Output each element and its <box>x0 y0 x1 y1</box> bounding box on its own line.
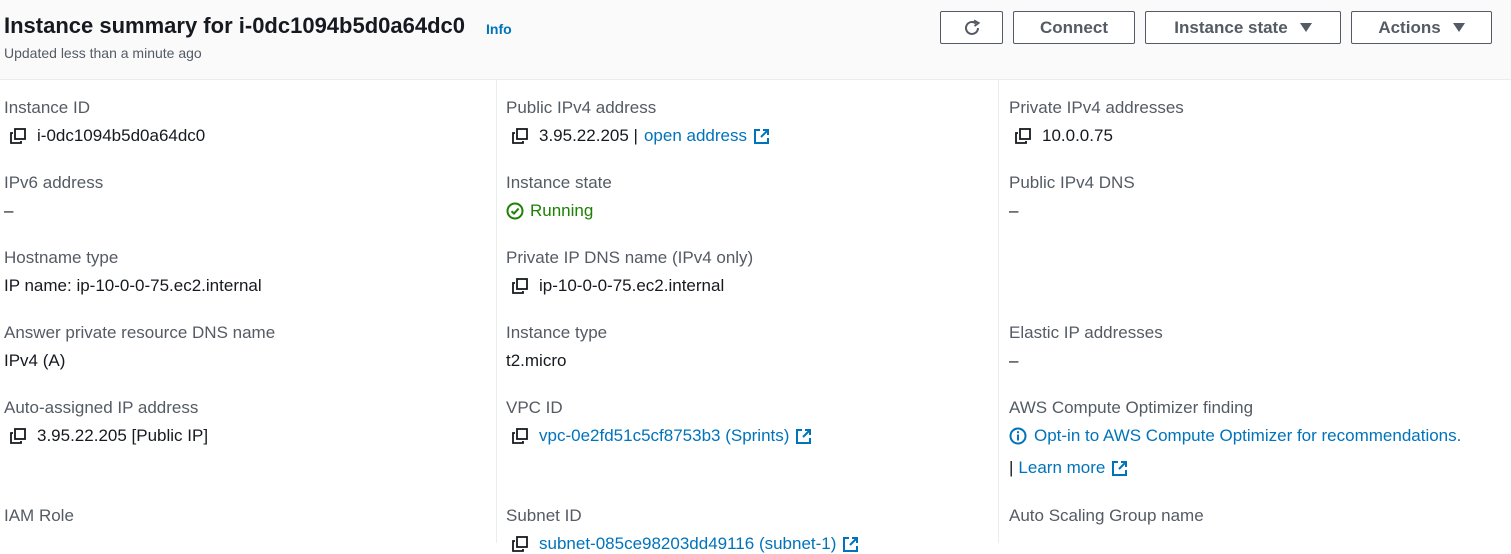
optimizer-opt-in-link[interactable]: Opt-in to AWS Compute Optimizer for reco… <box>1034 426 1461 446</box>
external-link-icon[interactable] <box>795 428 812 445</box>
copy-icon[interactable] <box>512 278 528 294</box>
info-circle-icon <box>1009 427 1027 445</box>
copy-icon[interactable] <box>10 128 26 144</box>
field-label: Hostname type <box>4 248 119 267</box>
open-address-link[interactable]: open address <box>644 126 747 146</box>
learn-more-link[interactable]: Learn more <box>1018 458 1105 478</box>
hostname-type-value: IP name: ip-10-0-0-75.ec2.internal <box>4 276 262 295</box>
answer-dns-value: IPv4 (A) <box>4 351 66 370</box>
field-iam-role: IAM Role <box>4 506 74 526</box>
field-vpc-id: VPC ID vpc-0e2fd51c5cf8753b3 (Sprints) <box>506 398 812 446</box>
external-link-icon[interactable] <box>753 128 770 145</box>
page-title: Instance summary for i-0dc1094b5d0a64dc0 <box>4 13 466 38</box>
field-label: Instance ID <box>4 98 90 117</box>
field-elastic-ip: Elastic IP addresses – <box>1009 323 1163 371</box>
field-label: Instance state <box>506 173 612 192</box>
field-asg-name: Auto Scaling Group name <box>1009 506 1204 526</box>
field-label: Private IP DNS name (IPv4 only) <box>506 248 754 267</box>
connect-label: Connect <box>1040 17 1108 37</box>
info-link[interactable]: Info <box>486 21 512 37</box>
field-subnet-id: Subnet ID subnet-085ce98203dd49116 (subn… <box>506 506 859 554</box>
field-label: Subnet ID <box>506 506 582 525</box>
field-instance-type: Instance type t2.micro <box>506 323 607 371</box>
field-label: Public IPv4 DNS <box>1009 173 1135 192</box>
field-label: Public IPv4 address <box>506 98 657 117</box>
check-circle-icon <box>506 202 524 220</box>
field-label: Instance type <box>506 323 608 342</box>
field-answer-dns: Answer private resource DNS name IPv4 (A… <box>4 323 275 371</box>
instance-id-value: i-0dc1094b5d0a64dc0 <box>37 126 206 145</box>
public-dns-value: – <box>1009 201 1019 220</box>
auto-ip-value: 3.95.22.205 [Public IP] <box>37 426 209 445</box>
instance-summary-header: Instance summary for i-0dc1094b5d0a64dc0… <box>0 0 1511 80</box>
connect-button[interactable]: Connect <box>1013 11 1135 44</box>
external-link-icon[interactable] <box>1111 460 1128 477</box>
field-auto-ip: Auto-assigned IP address 3.95.22.205 [Pu… <box>4 398 208 446</box>
column-divider <box>496 80 497 543</box>
field-label: Elastic IP addresses <box>1009 323 1163 342</box>
vpc-id-link[interactable]: vpc-0e2fd51c5cf8753b3 (Sprints) <box>539 426 789 446</box>
public-ipv4-value: 3.95.22.205 | <box>539 126 638 145</box>
copy-icon[interactable] <box>1015 128 1031 144</box>
instance-state-label: Instance state <box>1174 17 1288 37</box>
subnet-id-link[interactable]: subnet-085ce98203dd49116 (subnet-1) <box>539 534 836 554</box>
copy-icon[interactable] <box>512 536 528 552</box>
field-compute-optimizer: AWS Compute Optimizer finding Opt-in to … <box>1009 398 1461 478</box>
private-dns-value: ip-10-0-0-75.ec2.internal <box>539 276 725 295</box>
field-instance-state: Instance state Running <box>506 173 612 221</box>
column-divider <box>998 80 999 543</box>
instance-state-dropdown[interactable]: Instance state <box>1145 11 1341 44</box>
field-label: Private IPv4 addresses <box>1009 98 1184 117</box>
refresh-icon <box>964 19 980 35</box>
instance-type-value: t2.micro <box>506 351 567 370</box>
caret-down-icon <box>1452 23 1465 32</box>
field-label: Auto-assigned IP address <box>4 398 199 417</box>
copy-icon[interactable] <box>512 428 528 444</box>
field-private-ipv4: Private IPv4 addresses 10.0.0.75 <box>1009 98 1184 146</box>
caret-down-icon <box>1299 23 1312 32</box>
status-badge: Running <box>530 201 594 220</box>
actions-label: Actions <box>1378 17 1441 37</box>
field-public-dns: Public IPv4 DNS – <box>1009 173 1135 221</box>
field-public-ipv4: Public IPv4 address 3.95.22.205 | open a… <box>506 98 770 146</box>
copy-icon[interactable] <box>10 428 26 444</box>
field-label: Auto Scaling Group name <box>1009 506 1204 525</box>
field-hostname-type: Hostname type IP name: ip-10-0-0-75.ec2.… <box>4 248 262 296</box>
field-label: AWS Compute Optimizer finding <box>1009 398 1254 417</box>
external-link-icon[interactable] <box>842 536 859 553</box>
field-private-dns: Private IP DNS name (IPv4 only) ip-10-0-… <box>506 248 753 296</box>
field-label: Answer private resource DNS name <box>4 323 276 342</box>
refresh-button[interactable] <box>940 11 1003 44</box>
field-instance-id: Instance ID i-0dc1094b5d0a64dc0 <box>4 98 205 146</box>
field-label: VPC ID <box>506 398 563 417</box>
elastic-ip-value: – <box>1009 351 1019 370</box>
ipv6-value: – <box>4 201 14 220</box>
field-ipv6: IPv6 address – <box>4 173 103 221</box>
updated-timestamp: Updated less than a minute ago <box>4 45 202 61</box>
field-label: IPv6 address <box>4 173 104 192</box>
actions-dropdown[interactable]: Actions <box>1351 11 1492 44</box>
separator: | <box>1009 458 1014 477</box>
field-label: IAM Role <box>4 506 74 525</box>
copy-icon[interactable] <box>512 128 528 144</box>
private-ipv4-value: 10.0.0.75 <box>1042 126 1113 145</box>
